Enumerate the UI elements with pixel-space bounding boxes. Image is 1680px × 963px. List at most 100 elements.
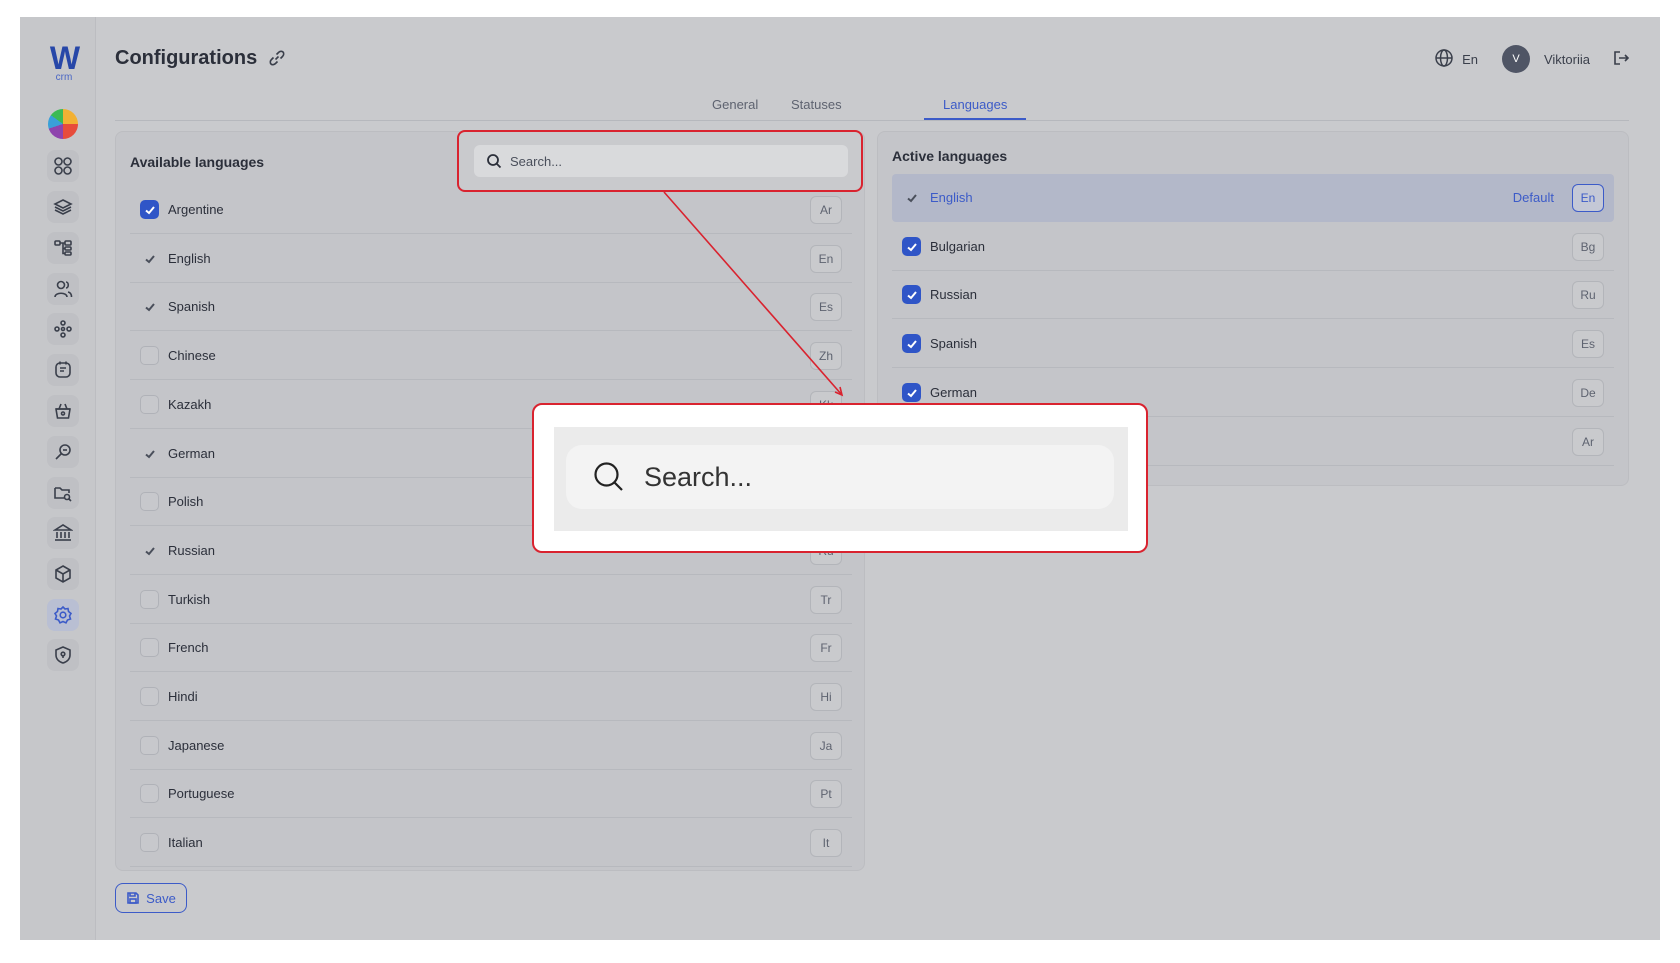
list-item[interactable]: Argentine Ar — [130, 186, 852, 234]
list-item[interactable]: Chinese Zh — [130, 332, 852, 381]
language-checkbox[interactable] — [140, 735, 159, 755]
active-languages-title: Active languages — [892, 148, 1008, 164]
language-checkbox[interactable] — [140, 833, 159, 853]
sidebar: W crm — [20, 17, 96, 940]
list-item[interactable]: Russian Ru — [892, 271, 1614, 320]
page-title: Configurations — [115, 47, 258, 69]
list-item[interactable]: Spanish Es — [130, 283, 852, 332]
header-actions: En V Viktoriia — [1434, 45, 1630, 73]
users-icon[interactable] — [47, 273, 79, 305]
language-name: Polish — [168, 494, 204, 510]
bank-icon[interactable] — [47, 517, 79, 549]
language-name: Argentine — [168, 202, 224, 217]
language-name: Russian — [168, 542, 215, 558]
language-selector[interactable]: En — [1462, 52, 1478, 67]
language-name: German — [930, 384, 977, 400]
search-doc-icon[interactable] — [47, 436, 79, 468]
language-name: Bulgarian — [930, 238, 985, 254]
language-checkbox[interactable] — [140, 784, 159, 804]
save-disk-icon — [127, 892, 139, 904]
tab-statuses[interactable]: Statuses — [791, 97, 842, 112]
language-name: Turkish — [168, 591, 211, 607]
language-code-badge[interactable]: En — [1572, 184, 1604, 212]
language-code-badge[interactable]: Ru — [1572, 281, 1604, 310]
language-code-badge[interactable]: Pt — [810, 780, 842, 809]
language-code-badge[interactable]: Ja — [810, 731, 842, 760]
avatar[interactable]: V — [1501, 45, 1530, 73]
search-input[interactable] — [510, 153, 810, 169]
list-item[interactable]: Spanish Es — [892, 320, 1614, 369]
list-item[interactable]: Hindi Hi — [130, 673, 852, 721]
language-checkbox[interactable] — [902, 382, 921, 402]
list-item[interactable]: Portuguese Pt — [130, 770, 852, 819]
language-checkbox[interactable] — [902, 334, 921, 354]
default-language-row[interactable]: English Default En — [892, 174, 1614, 222]
language-checkbox[interactable] — [140, 346, 159, 366]
language-code-badge[interactable]: Ar — [810, 196, 842, 224]
list-item[interactable]: French Fr — [130, 624, 852, 673]
logout-icon[interactable] — [1612, 49, 1630, 70]
language-checkbox[interactable] — [140, 444, 159, 463]
language-code-badge[interactable]: It — [810, 829, 842, 858]
hierarchy-icon[interactable] — [47, 232, 79, 264]
notes-icon[interactable] — [47, 354, 79, 386]
cube-icon[interactable] — [47, 558, 79, 590]
language-code-badge[interactable]: Es — [810, 293, 842, 322]
language-checkbox[interactable] — [140, 541, 159, 560]
language-name: Russian — [930, 287, 977, 303]
language-checkbox[interactable] — [140, 687, 159, 706]
language-code-badge[interactable]: Es — [1572, 330, 1604, 359]
dashboard-grid-icon[interactable] — [47, 150, 79, 182]
language-code-badge[interactable]: Hi — [810, 683, 842, 711]
layers-icon[interactable] — [47, 191, 79, 223]
list-item[interactable]: Japanese Ja — [130, 722, 852, 770]
zoomed-search-input[interactable] — [644, 461, 1064, 493]
language-code-badge[interactable]: Zh — [810, 342, 842, 371]
save-button[interactable]: Save — [115, 883, 187, 913]
folder-search-icon[interactable] — [47, 477, 79, 509]
language-checkbox[interactable] — [140, 200, 159, 219]
language-code-badge[interactable]: En — [810, 244, 842, 273]
language-name: Chinese — [168, 348, 216, 364]
zoom-inner — [554, 427, 1128, 531]
basket-icon[interactable] — [47, 395, 79, 427]
app-logo[interactable]: W crm — [44, 40, 84, 83]
tab-bar: General Statuses Languages — [115, 89, 1629, 121]
language-checkbox[interactable] — [140, 394, 159, 414]
language-name: French — [168, 640, 209, 656]
logo-letter: W — [49, 40, 80, 76]
tab-languages[interactable]: Languages — [943, 97, 1007, 112]
language-code-badge[interactable]: De — [1572, 378, 1604, 407]
language-name: Italian — [168, 835, 203, 851]
tab-general[interactable]: General — [712, 97, 758, 112]
language-checkbox[interactable] — [140, 249, 159, 268]
language-checkbox[interactable] — [902, 188, 921, 207]
language-checkbox[interactable] — [140, 638, 159, 658]
language-checkbox[interactable] — [902, 236, 921, 256]
list-item[interactable]: English En — [130, 235, 852, 283]
link-icon[interactable] — [268, 49, 286, 67]
list-item[interactable]: Turkish Tr — [130, 576, 852, 624]
language-code-badge[interactable]: Bg — [1572, 232, 1604, 261]
language-code-badge[interactable]: Ar — [1572, 427, 1604, 456]
language-code-badge[interactable]: Fr — [810, 634, 842, 663]
list-item[interactable]: Italian It — [130, 819, 852, 868]
user-name[interactable]: Viktoriia — [1544, 52, 1590, 67]
language-checkbox[interactable] — [902, 285, 921, 305]
settings-gear-icon[interactable] — [47, 599, 79, 631]
list-item[interactable]: Bulgarian Bg — [892, 223, 1614, 271]
language-code-badge[interactable]: Tr — [810, 585, 842, 614]
globe-icon[interactable] — [1434, 48, 1454, 71]
language-name: Portuguese — [168, 786, 235, 802]
shield-icon[interactable] — [47, 639, 79, 671]
language-name: Hindi — [168, 689, 198, 704]
language-search-field[interactable] — [474, 145, 848, 177]
language-checkbox[interactable] — [140, 589, 159, 609]
zoomed-search-field[interactable] — [566, 445, 1114, 509]
language-checkbox[interactable] — [140, 297, 159, 316]
language-checkbox[interactable] — [140, 492, 159, 512]
network-icon[interactable] — [47, 313, 79, 345]
language-name: Kazakh — [168, 396, 212, 412]
analytics-pie-icon[interactable] — [48, 109, 78, 139]
language-name: English — [168, 250, 211, 266]
